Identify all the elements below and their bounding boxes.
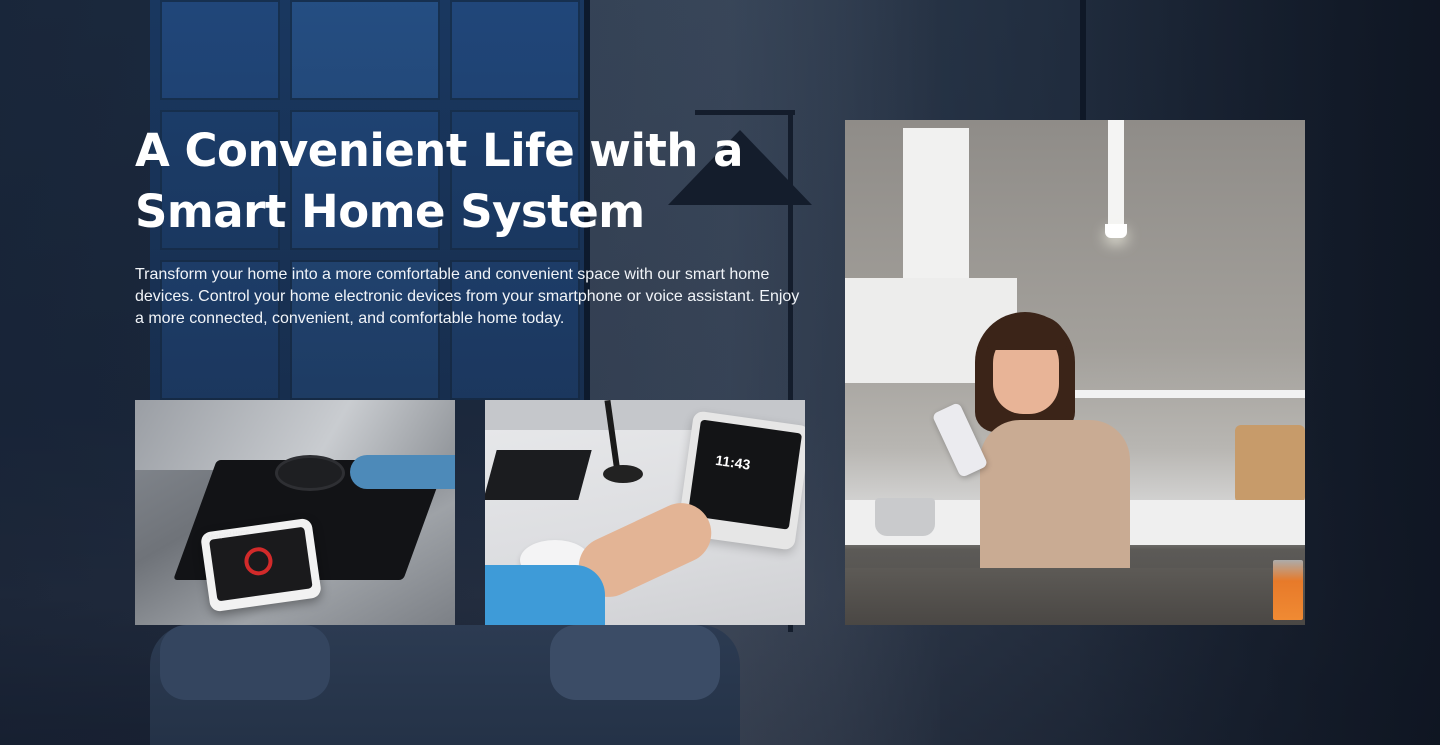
- hero-section: A Convenient Life with a Smart Home Syst…: [0, 0, 1440, 745]
- photo-desk-tablet: 11:43: [485, 400, 805, 625]
- hero-title-line-1: A Convenient Life with a: [135, 124, 743, 177]
- hero-title: A Convenient Life with a Smart Home Syst…: [135, 120, 815, 242]
- photo-woman-kitchen: [845, 120, 1305, 625]
- smart-display-device: Whirlpool Home: [199, 517, 323, 613]
- hero-title-line-2: Smart Home System: [135, 185, 645, 238]
- photo-stove-smart-display: Whirlpool Home: [135, 400, 455, 625]
- hero-description: Transform your home into a more comforta…: [135, 266, 800, 327]
